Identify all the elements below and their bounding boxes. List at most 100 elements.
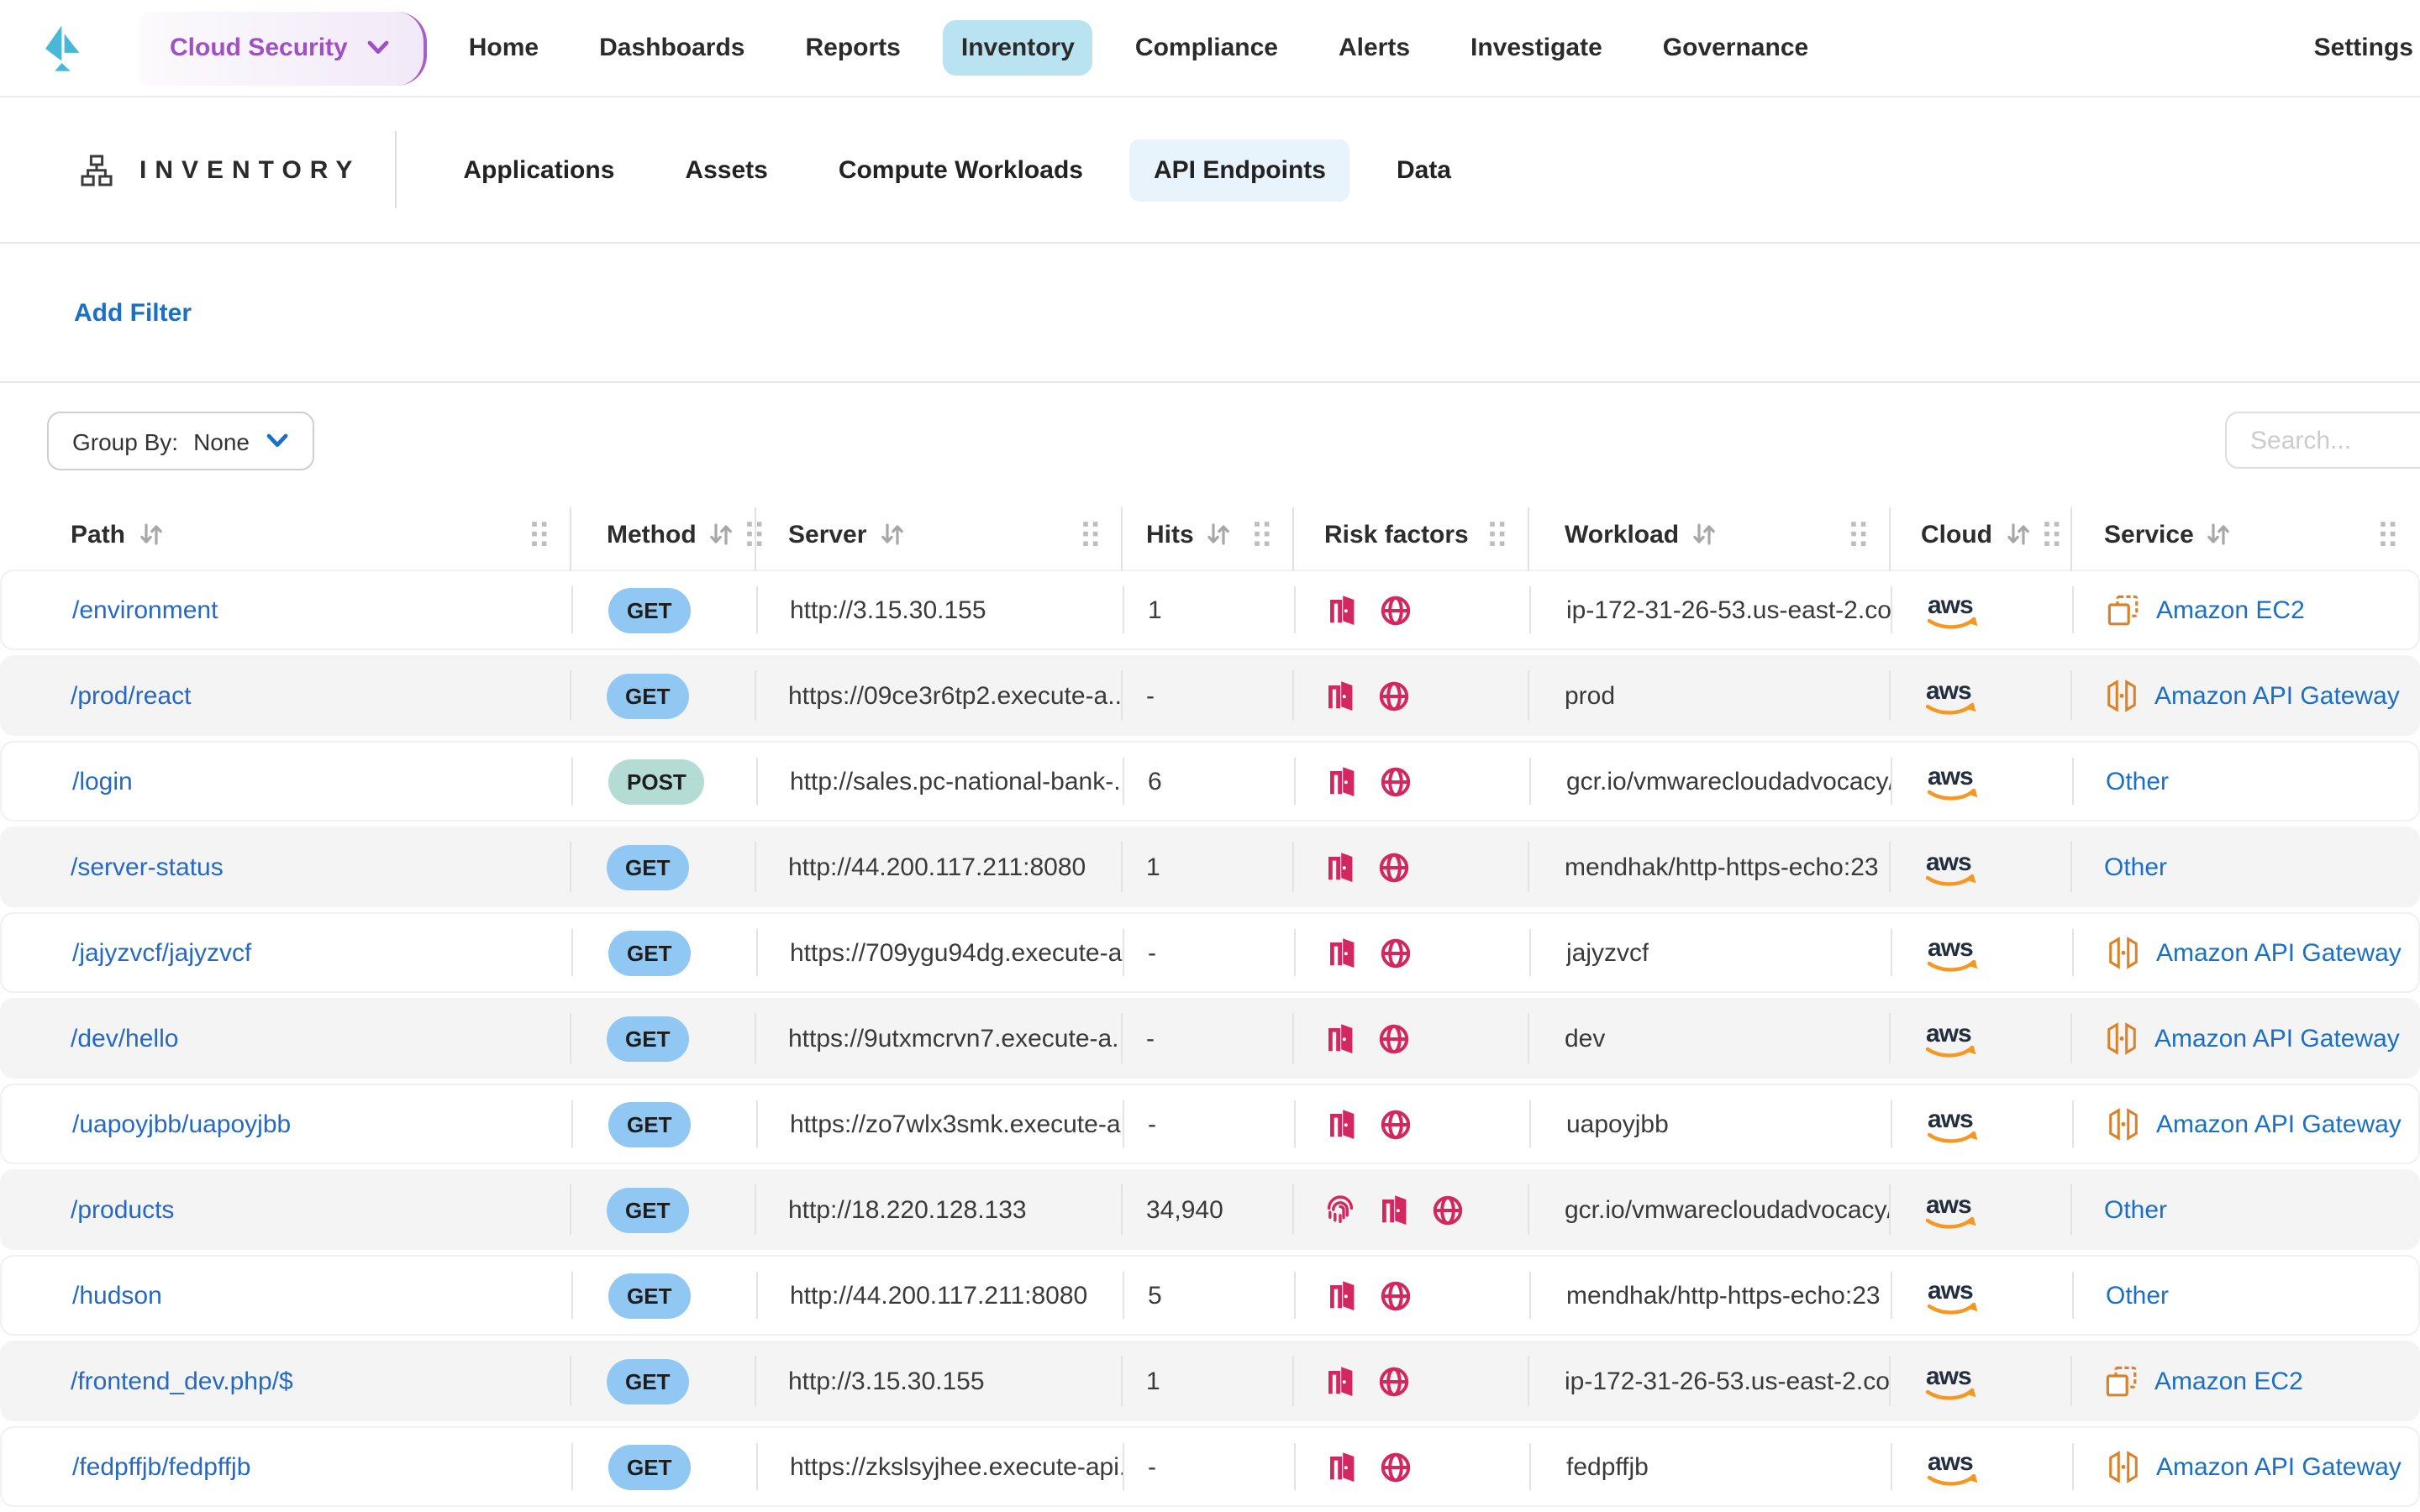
nav-item-compliance[interactable]: Compliance — [1117, 20, 1297, 76]
tab-assets[interactable]: Assets — [661, 139, 791, 201]
endpoint-path-link[interactable]: /dev/hello — [71, 1024, 178, 1053]
endpoint-path-link[interactable]: /prod/react — [71, 681, 191, 710]
nav-item-reports[interactable]: Reports — [787, 20, 919, 76]
cloud-cell: aws — [1891, 1341, 2072, 1421]
risk-factors — [1326, 937, 1412, 969]
column-header-service[interactable]: Service — [2072, 504, 2420, 564]
service-link[interactable]: Other — [2104, 853, 2167, 881]
column-header-workload[interactable]: Workload — [1529, 504, 1891, 564]
service-link[interactable]: Amazon API Gateway — [2106, 934, 2402, 971]
endpoint-path-link[interactable]: /server-status — [71, 853, 224, 881]
service-link[interactable]: Amazon API Gateway — [2106, 1105, 2402, 1142]
page-title: INVENTORY — [81, 154, 360, 186]
method-cell: GET — [573, 1085, 758, 1163]
cloud-cell: aws — [1891, 655, 2072, 736]
api-gateway-icon — [2104, 1020, 2139, 1057]
workload-cell: gcr.io/vmwarecloudadvocacy/... — [1529, 1169, 1891, 1250]
drag-handle-icon[interactable] — [1850, 521, 1867, 548]
globe-icon — [1380, 765, 1412, 797]
tab-api-endpoints[interactable]: API Endpoints — [1130, 139, 1349, 201]
svg-text:aws: aws — [1928, 762, 1973, 790]
cloud-cell: aws — [1892, 743, 2074, 820]
service-link[interactable]: Amazon API Gateway — [2104, 677, 2400, 714]
drag-handle-icon[interactable] — [1489, 521, 1506, 548]
service-label: Other — [2106, 1281, 2169, 1310]
sort-icon[interactable] — [1206, 522, 1233, 546]
filter-bar: Add Filter — [0, 244, 2420, 383]
column-header-path[interactable]: Path — [0, 504, 571, 564]
endpoint-path-link[interactable]: /products — [71, 1195, 174, 1224]
drag-handle-icon[interactable] — [1254, 521, 1270, 548]
method-badge: GET — [607, 844, 688, 890]
tab-data[interactable]: Data — [1373, 139, 1475, 201]
service-label: Other — [2104, 1195, 2167, 1224]
lacework-logo-icon[interactable] — [45, 19, 81, 76]
table-row: /fedpffjb/fedpffjbGEThttps://zkslsyjhee.… — [0, 1426, 2420, 1507]
sort-icon[interactable] — [137, 522, 164, 546]
column-label: Cloud — [1921, 520, 1992, 549]
tab-applications[interactable]: Applications — [439, 139, 638, 201]
path-cell: /products — [0, 1169, 571, 1250]
server-url: https://09ce3r6tp2.execute-a... — [788, 681, 1123, 710]
service-link[interactable]: Other — [2106, 1281, 2169, 1310]
api-gateway-icon — [2106, 1448, 2141, 1485]
drag-handle-icon[interactable] — [1082, 521, 1099, 548]
table-row: /uapoyjbb/uapoyjbbGEThttps://zo7wlx3smk.… — [0, 1084, 2420, 1164]
nav-item-inventory[interactable]: Inventory — [943, 20, 1093, 76]
service-link[interactable]: Other — [2106, 767, 2169, 795]
hits-cell: - — [1124, 1428, 1296, 1505]
column-header-server[interactable]: Server — [756, 504, 1123, 564]
service-cell: Amazon API Gateway — [2074, 914, 2418, 991]
service-link[interactable]: Other — [2104, 1195, 2167, 1224]
column-header-hits[interactable]: Hits — [1123, 504, 1294, 564]
tab-compute-workloads[interactable]: Compute Workloads — [815, 139, 1107, 201]
column-header-method[interactable]: Method — [571, 504, 756, 564]
drag-handle-icon[interactable] — [2043, 521, 2060, 548]
endpoint-path-link[interactable]: /hudson — [72, 1281, 162, 1310]
add-filter-button[interactable]: Add Filter — [74, 298, 192, 327]
endpoint-path-link[interactable]: /fedpffjb/fedpffjb — [72, 1452, 250, 1481]
sort-icon[interactable] — [2004, 522, 2031, 546]
nav-item-dashboards[interactable]: Dashboards — [581, 20, 763, 76]
workload-value: mendhak/http-https-echo:23 — [1565, 853, 1879, 881]
sort-icon[interactable] — [1691, 522, 1718, 546]
door-icon — [1326, 937, 1358, 969]
endpoint-path-link[interactable]: /jajyzvcf/jajyzvcf — [72, 938, 251, 967]
service-link[interactable]: Amazon EC2 — [2106, 592, 2305, 627]
group-by-dropdown[interactable]: Group By: None — [47, 412, 313, 470]
nav-item-governance[interactable]: Governance — [1644, 20, 1827, 76]
group-by-label: Group By: — [72, 428, 178, 454]
endpoint-path-link[interactable]: /environment — [72, 596, 218, 624]
module-switcher[interactable]: Cloud Security — [139, 11, 427, 85]
hits-value: 1 — [1146, 1367, 1160, 1395]
sort-icon[interactable] — [2206, 522, 2233, 546]
nav-item-home[interactable]: Home — [450, 20, 557, 76]
nav-item-alerts[interactable]: Alerts — [1320, 20, 1428, 76]
hits-value: - — [1146, 681, 1155, 710]
sort-icon[interactable] — [878, 522, 905, 546]
search-input[interactable] — [2225, 412, 2420, 469]
service-link[interactable]: Amazon API Gateway — [2104, 1020, 2400, 1057]
nav-item-investigate[interactable]: Investigate — [1452, 20, 1621, 76]
sort-icon[interactable] — [708, 522, 735, 546]
door-icon — [1326, 765, 1358, 797]
workload-value: dev — [1565, 1024, 1605, 1053]
service-link[interactable]: Amazon EC2 — [2104, 1363, 2303, 1399]
method-cell: POST — [573, 743, 758, 820]
endpoint-path-link[interactable]: /uapoyjbb/uapoyjbb — [72, 1110, 291, 1138]
risk-factors — [1324, 1194, 1464, 1226]
page-title-label: INVENTORY — [139, 155, 360, 184]
service-cell: Amazon EC2 — [2074, 571, 2418, 648]
drag-handle-icon[interactable] — [531, 521, 548, 548]
cloud-cell: aws — [1892, 1428, 2074, 1505]
service-link[interactable]: Amazon API Gateway — [2106, 1448, 2402, 1485]
nav-item-settings[interactable]: Settings — [2314, 34, 2420, 62]
endpoint-path-link[interactable]: /login — [72, 767, 133, 795]
column-header-risk-factors[interactable]: Risk factors — [1294, 504, 1529, 564]
risk-factors — [1326, 765, 1412, 797]
column-header-cloud[interactable]: Cloud — [1891, 504, 2072, 564]
drag-handle-icon[interactable] — [2380, 521, 2396, 548]
door-icon — [1326, 1108, 1358, 1140]
workload-value: jajyzvcf — [1566, 938, 1649, 967]
endpoint-path-link[interactable]: /frontend_dev.php/$ — [71, 1367, 293, 1395]
